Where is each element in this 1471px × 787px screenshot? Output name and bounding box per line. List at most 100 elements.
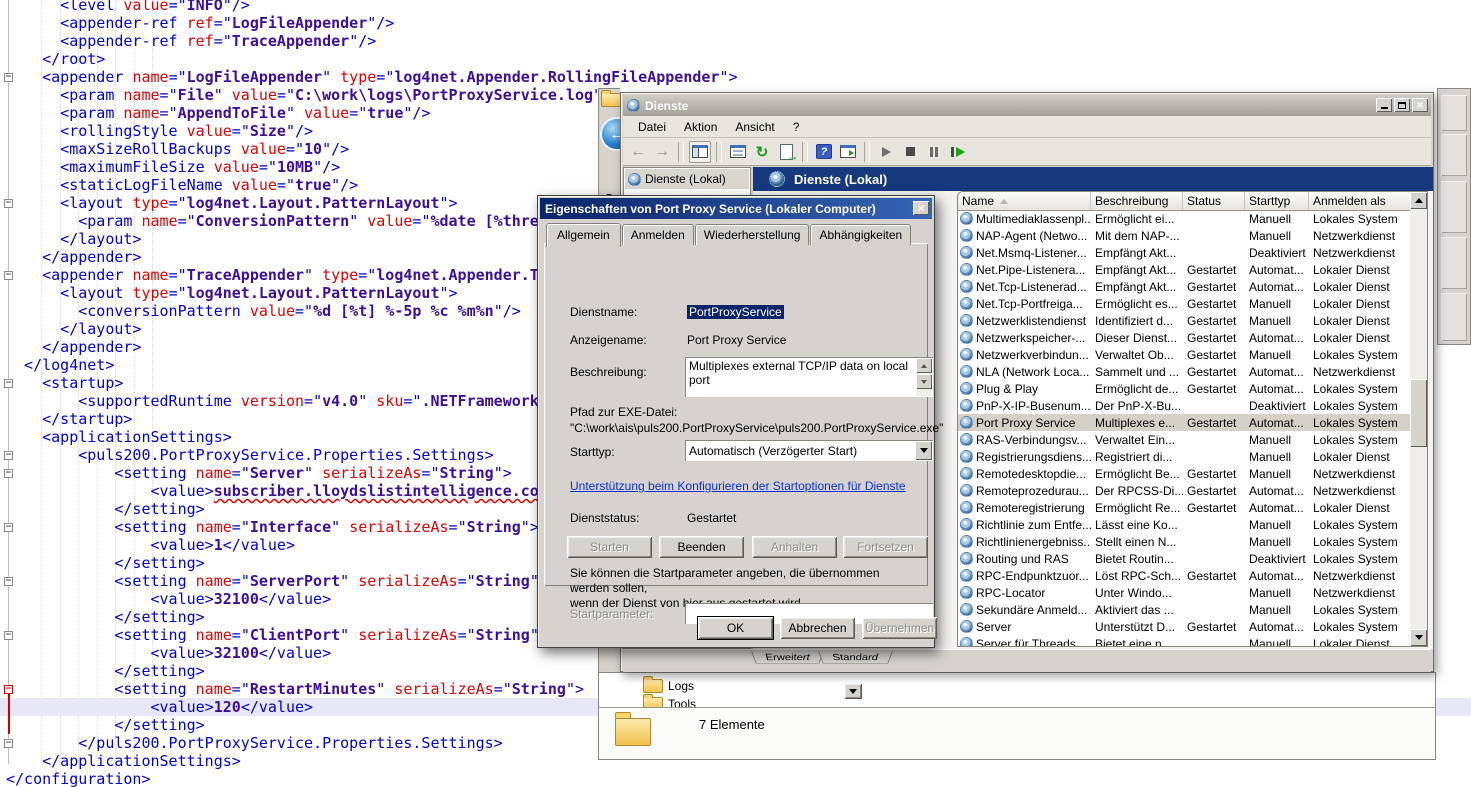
stop-icon[interactable] <box>899 141 921 163</box>
service-row[interactable]: Netzwerkspeicher-...Dieser Dienst...Gest… <box>958 329 1410 346</box>
service-row[interactable]: PnP-X-IP-Busenum...Der PnP-X-Bu...Deakti… <box>958 397 1410 414</box>
dropdown-arrow-button[interactable] <box>844 683 862 699</box>
dialog-titlebar[interactable]: Eigenschaften von Port Proxy Service (Lo… <box>540 198 932 219</box>
column-header-name[interactable]: Name <box>958 192 1091 210</box>
service-row[interactable]: Net.Tcp-Portfreiga...Ermöglicht es...Ges… <box>958 295 1410 312</box>
fold-toggle-icon[interactable]: − <box>4 469 13 478</box>
beschreibung-textbox[interactable]: Multiplexes external TCP/IP data on loca… <box>685 357 933 397</box>
forward-icon[interactable] <box>651 141 673 163</box>
scroll-up-button[interactable] <box>1410 192 1427 209</box>
tree-item-dienste-lokal[interactable]: Dienste (Lokal) <box>625 169 749 189</box>
service-row[interactable]: RPC-Endpunktzuor...Löst RPC-Sch...Gestar… <box>958 567 1410 584</box>
service-row[interactable]: Registrierungsdiens...Registriert di...M… <box>958 448 1410 465</box>
service-row[interactable]: Net.Tcp-Listenerad...Empfängt Akt...Gest… <box>958 278 1410 295</box>
menu-item-datei[interactable]: Datei <box>629 120 675 134</box>
fold-toggle-icon[interactable]: − <box>4 199 13 208</box>
service-row[interactable]: Richtlinie zum Entfe...Lässt eine Ko...M… <box>958 516 1410 533</box>
column-header-starttyp[interactable]: Starttyp <box>1245 192 1309 210</box>
fold-toggle-icon-changed[interactable]: − <box>4 685 13 694</box>
fold-toggle-icon[interactable]: − <box>4 577 13 586</box>
beenden-button[interactable]: Beenden <box>659 536 744 558</box>
fold-toggle-icon[interactable]: − <box>4 739 13 748</box>
dienstname-value[interactable]: PortProxyService <box>687 305 784 319</box>
service-row[interactable]: NAP-Agent (Netwo...Mit dem NAP-...Manuel… <box>958 227 1410 244</box>
fold-toggle-icon[interactable]: − <box>4 271 13 280</box>
column-header-status[interactable]: Status <box>1183 192 1245 210</box>
scroll-down-button[interactable] <box>916 374 932 389</box>
service-row[interactable]: Port Proxy ServiceMultiplexes e...Gestar… <box>958 414 1410 431</box>
service-row[interactable]: Routing und RASBietet Routin...Deaktivie… <box>958 550 1410 567</box>
maximize-button[interactable] <box>1394 98 1410 112</box>
service-row[interactable]: Remotedesktopdie...Ermöglicht Be...Gesta… <box>958 465 1410 482</box>
service-row[interactable]: NetzwerklistendienstIdentifiziert d...Ge… <box>958 312 1410 329</box>
service-row[interactable]: RPC-LocatorUnter Windo...ManuellNetzwerk… <box>958 584 1410 601</box>
dialog-tab-allgemein[interactable]: Allgemein <box>546 223 621 247</box>
fold-toggle-icon[interactable]: − <box>4 631 13 640</box>
minimize-button[interactable] <box>1376 98 1392 112</box>
menu-item-aktion[interactable]: Aktion <box>675 120 726 134</box>
code-line[interactable]: <level value="INFO"/> <box>0 0 1471 14</box>
dialog-close-button[interactable] <box>913 201 929 215</box>
service-row[interactable]: Multimediaklassenpl...Ermöglicht ei...Ma… <box>958 210 1410 227</box>
view-tab-erweitert[interactable]: Erweitert <box>751 651 824 664</box>
code-line[interactable]: <appender-ref ref="TraceAppender"/> <box>0 32 1471 50</box>
refresh-icon[interactable] <box>751 141 773 163</box>
extended-view-icon[interactable] <box>837 141 859 163</box>
explorer-file-item[interactable]: Logs <box>643 679 694 693</box>
column-header-beschreibung[interactable]: Beschreibung <box>1091 192 1183 210</box>
dialog-tab-abhngigkeiten[interactable]: Abhängigkeiten <box>810 224 911 245</box>
ok-button[interactable]: OK <box>698 617 773 639</box>
scrollbar-thumb[interactable] <box>1410 379 1427 447</box>
help-icon[interactable] <box>813 141 835 163</box>
back-icon[interactable] <box>627 141 649 163</box>
starttyp-dropdown[interactable]: Automatisch (Verzögerter Start) <box>685 440 933 461</box>
fold-toggle-icon[interactable]: − <box>4 73 13 82</box>
properties-icon[interactable] <box>727 141 749 163</box>
service-row[interactable]: Remoteprozedurau...Der RPCSS-Di...Gestar… <box>958 482 1410 499</box>
close-button[interactable] <box>1412 98 1428 112</box>
uebernehmen-button[interactable]: Übernehmen <box>862 617 937 639</box>
code-line[interactable]: </root> <box>0 50 1471 68</box>
code-line[interactable]: </configuration> <box>0 770 1471 787</box>
service-row[interactable]: ServerUnterstützt D...GestartetAutomat..… <box>958 618 1410 635</box>
service-row[interactable]: Netzwerkverbindun...Verwaltet Ob...Gesta… <box>958 346 1410 363</box>
service-row[interactable]: RemoteregistrierungErmöglicht Re...Gesta… <box>958 499 1410 516</box>
dropdown-button[interactable] <box>915 441 932 460</box>
service-row[interactable]: Net.Msmq-Listener...Empfängt Akt...Deakt… <box>958 244 1410 261</box>
service-row[interactable]: Richtlinienergebniss...Stellt einen N...… <box>958 533 1410 550</box>
service-row[interactable]: Net.Pipe-Listenera...Empfängt Akt...Gest… <box>958 261 1410 278</box>
explorer-status-bar: 7 Elemente <box>599 707 1435 758</box>
scroll-up-button[interactable] <box>916 358 932 373</box>
starten-button[interactable]: Starten <box>567 536 652 558</box>
code-line[interactable]: <appender name="LogFileAppender" type="l… <box>0 68 1471 86</box>
abbrechen-button[interactable]: Abbrechen <box>780 617 855 639</box>
startoptions-help-link[interactable]: Unterstützung beim Konfigurieren der Sta… <box>570 479 906 493</box>
restart-icon[interactable] <box>947 141 969 163</box>
service-row[interactable]: RAS-Verbindungsv...Verwaltet Ein...Manue… <box>958 431 1410 448</box>
view-tab-standard[interactable]: Standard <box>818 651 893 664</box>
fold-toggle-icon[interactable]: − <box>4 523 13 532</box>
vertical-scrollbar[interactable] <box>1410 192 1427 646</box>
fold-toggle-icon[interactable]: − <box>4 379 13 388</box>
show-tree-icon[interactable] <box>689 141 711 163</box>
fold-toggle-icon[interactable]: − <box>4 451 13 460</box>
service-row[interactable]: Plug & PlayErmöglicht de...GestartetAuto… <box>958 380 1410 397</box>
back-navigation-button[interactable] <box>600 117 620 151</box>
code-line[interactable]: <appender-ref ref="LogFileAppender"/> <box>0 14 1471 32</box>
services-window-titlebar[interactable]: Dienste <box>623 95 1431 116</box>
dialog-tab-anmelden[interactable]: Anmelden <box>622 224 694 245</box>
anhalten-button[interactable]: Anhalten <box>752 536 837 558</box>
fortsetzen-button[interactable]: Fortsetzen <box>843 536 928 558</box>
play-icon[interactable] <box>875 141 897 163</box>
service-row[interactable]: Sekundäre Anmeld...Aktiviert das ...Manu… <box>958 601 1410 618</box>
textbox-scrollbar[interactable] <box>916 358 932 396</box>
menu-item-?[interactable]: ? <box>784 120 809 134</box>
menu-item-ansicht[interactable]: Ansicht <box>726 120 783 134</box>
export-list-icon[interactable] <box>775 141 797 163</box>
pause-icon[interactable] <box>923 141 945 163</box>
column-header-anmeldenals[interactable]: Anmelden als <box>1309 192 1419 210</box>
scroll-down-button[interactable] <box>1410 629 1427 646</box>
service-row[interactable]: Server für Threads...Bietet eine n...Man… <box>958 635 1410 647</box>
dialog-tab-wiederherstellung[interactable]: Wiederherstellung <box>695 224 810 245</box>
service-row[interactable]: NLA (Network Loca...Sammelt und ...Gesta… <box>958 363 1410 380</box>
